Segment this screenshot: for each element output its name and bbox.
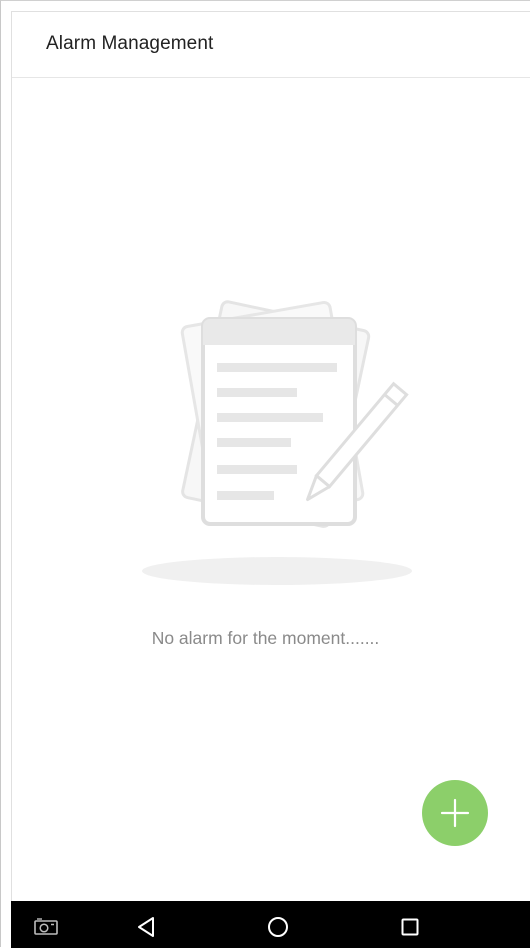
document-edit-icon [142, 300, 412, 585]
add-alarm-button[interactable] [422, 780, 488, 846]
top-divider [11, 11, 530, 12]
home-icon [268, 917, 288, 937]
recents-icon [401, 918, 419, 936]
left-divider [11, 11, 12, 901]
empty-state-illustration [131, 281, 421, 601]
plus-icon [440, 798, 470, 828]
back-button[interactable] [121, 901, 171, 948]
screenshot-icon [34, 918, 58, 935]
home-button[interactable] [253, 901, 303, 948]
alarm-management-screen: Alarm Management No alarm for the moment… [0, 0, 530, 948]
recents-button[interactable] [385, 901, 435, 948]
screenshot-button[interactable] [23, 901, 73, 948]
page-title: Alarm Management [46, 33, 214, 54]
empty-state-message: No alarm for the moment....... [151, 628, 380, 648]
system-navigation-bar [11, 901, 530, 948]
app-header: Alarm Management [11, 11, 530, 78]
back-icon [138, 917, 154, 937]
